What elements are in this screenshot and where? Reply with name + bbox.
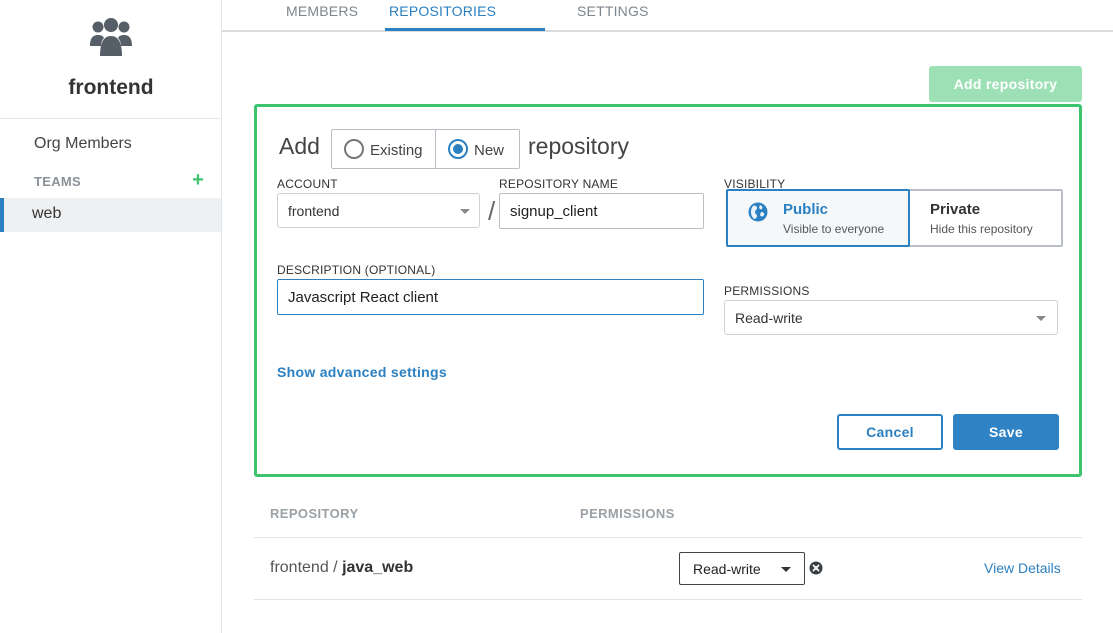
description-label: DESCRIPTION (OPTIONAL) (277, 263, 436, 277)
save-button[interactable]: Save (953, 414, 1059, 450)
existing-option[interactable]: Existing (332, 130, 436, 168)
sidebar-item-org-members[interactable]: Org Members (34, 135, 132, 153)
existing-label: Existing (370, 142, 423, 159)
account-separator: / (488, 196, 496, 226)
new-radio[interactable] (448, 139, 468, 159)
column-header-repository: REPOSITORY (270, 506, 359, 521)
description-value: Javascript React client (288, 289, 439, 306)
visibility-public-title: Public (783, 201, 829, 218)
app: frontend Org Members TEAMS + web MEMBERS… (0, 0, 1113, 633)
team-label: web (32, 205, 62, 222)
account-value: frontend (288, 203, 340, 219)
chevron-down-icon (1036, 316, 1046, 321)
row-separator: / (328, 559, 343, 576)
show-advanced-settings-link[interactable]: Show advanced settings (277, 364, 447, 380)
repository-name-value: signup_client (510, 203, 598, 220)
form-title-add: Add (279, 133, 320, 159)
table-divider (254, 537, 1082, 538)
visibility-public-subtitle: Visible to everyone (783, 222, 885, 236)
org-name: frontend (68, 76, 154, 99)
row-permission-value: Read-write (693, 561, 761, 577)
table-divider (254, 599, 1082, 600)
new-option[interactable]: New (436, 130, 520, 168)
cancel-button[interactable]: Cancel (837, 414, 943, 450)
add-team-icon[interactable]: + (190, 170, 206, 190)
visibility-selector: Public Visible to everyone Private Hide … (726, 189, 1063, 247)
repository-name-label: REPOSITORY NAME (499, 177, 619, 191)
globe-icon (748, 202, 768, 222)
tab-settings[interactable]: SETTINGS (577, 3, 649, 19)
remove-icon[interactable] (809, 561, 823, 575)
visibility-private-option[interactable]: Private Hide this repository (908, 189, 1063, 247)
visibility-public-option[interactable]: Public Visible to everyone (726, 189, 910, 247)
add-repository-form: Add Existing New repository ACCOUNT fron… (254, 104, 1082, 477)
account-label: ACCOUNT (277, 177, 338, 191)
visibility-private-subtitle: Hide this repository (930, 222, 1033, 236)
tab-bar: MEMBERS REPOSITORIES SETTINGS (222, 0, 1113, 32)
repository-name-input[interactable]: signup_client (499, 193, 704, 229)
permissions-label: PERMISSIONS (724, 284, 810, 298)
row-permission-select[interactable]: Read-write (679, 552, 805, 585)
row-repo: java_web (342, 559, 414, 576)
permissions-value: Read-write (735, 310, 803, 326)
tab-members[interactable]: MEMBERS (286, 3, 358, 19)
description-input[interactable]: Javascript React client (277, 279, 704, 315)
chevron-down-icon (460, 209, 470, 214)
new-label: New (474, 142, 505, 159)
permissions-select[interactable]: Read-write (724, 300, 1058, 335)
column-header-permissions: PERMISSIONS (580, 506, 675, 521)
users-icon (90, 18, 132, 56)
active-tab-indicator (385, 28, 545, 31)
add-repository-button[interactable]: Add repository (929, 66, 1082, 102)
tab-repositories[interactable]: REPOSITORIES (389, 3, 496, 19)
repo-mode-toggle: Existing New (331, 129, 520, 169)
existing-radio[interactable] (344, 139, 364, 159)
chevron-down-icon (781, 567, 791, 572)
account-select[interactable]: frontend (277, 193, 480, 228)
repository-name: frontend / java_web (270, 559, 413, 577)
visibility-private-title: Private (930, 201, 981, 218)
row-account: frontend (270, 559, 329, 576)
sidebar: frontend Org Members TEAMS + web (0, 0, 222, 633)
view-details-link[interactable]: View Details (984, 560, 1061, 576)
form-title-repository: repository (528, 133, 629, 159)
org-header: frontend (0, 0, 221, 119)
teams-heading: TEAMS (34, 174, 81, 189)
sidebar-item-team-web[interactable]: web (0, 198, 221, 232)
